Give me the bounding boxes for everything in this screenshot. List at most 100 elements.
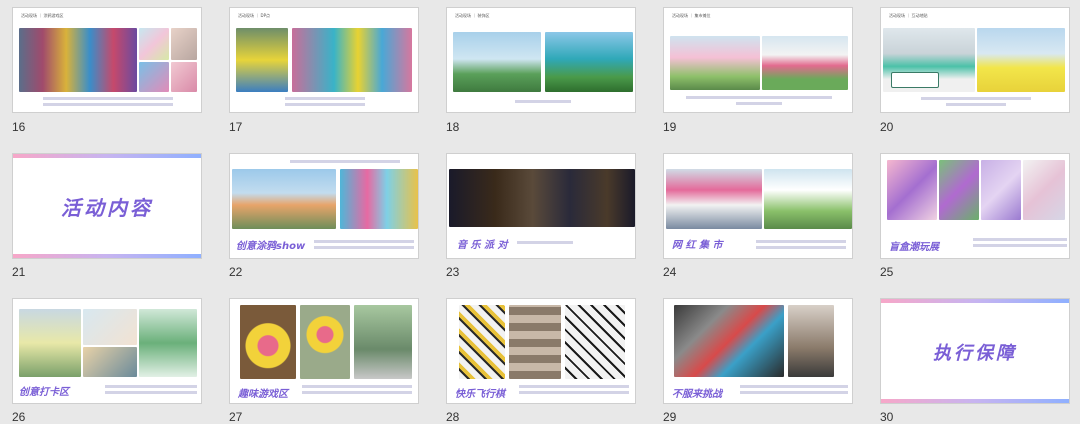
parking-floor-sticker	[891, 72, 939, 88]
section-subtitle: 网 红 集 市	[672, 240, 723, 251]
slide-number: 21	[12, 265, 26, 279]
section-subtitle: 音 乐 派 对	[457, 240, 508, 251]
slide-number: 16	[12, 120, 26, 134]
caption-line	[519, 385, 629, 388]
section-title: 活动内容	[61, 196, 153, 220]
caption-line	[921, 97, 1031, 100]
caption-line	[756, 246, 846, 249]
caption-line	[285, 103, 365, 106]
slide-number: 17	[229, 120, 243, 134]
graffiti-detail-photo	[171, 28, 197, 60]
caption-line	[105, 391, 197, 394]
slide-number: 27	[229, 410, 243, 424]
checkin-photo	[83, 309, 137, 345]
gradient-bar	[13, 154, 201, 158]
graffiti-detail-photo	[139, 62, 169, 92]
caption-line	[302, 391, 412, 394]
slide-header: 活动现场 ｜ 涂鸦游戏区	[21, 13, 64, 18]
slide-thumbnail-28[interactable]: 快乐飞行棋	[446, 298, 636, 404]
caption-line	[736, 102, 782, 105]
caption-line	[314, 246, 414, 249]
slide-number: 29	[663, 410, 677, 424]
caption-line	[740, 385, 848, 388]
slide-thumbnail-23[interactable]: 音 乐 派 对	[446, 153, 636, 259]
caption-line	[43, 97, 173, 100]
caption-line	[756, 240, 846, 243]
slide-thumbnail-22[interactable]: 创意涂鸦show	[229, 153, 419, 259]
blindbox-photo	[981, 160, 1021, 220]
caption-line	[740, 391, 848, 394]
music-party-photo	[449, 169, 635, 227]
slide-number: 25	[880, 265, 894, 279]
slide-header: 活动现场 ｜ DP点	[238, 13, 271, 18]
caption-line	[686, 96, 832, 99]
slide-thumbnail-27[interactable]: 趣味游戏区	[229, 298, 419, 404]
graffiti-detail-photo	[171, 62, 197, 92]
section-title: 执行保障	[933, 343, 1017, 364]
caption-line	[285, 97, 365, 100]
floor-sticker-photo	[883, 28, 975, 92]
section-subtitle: 盲盒潮玩展	[889, 242, 939, 253]
section-subtitle: 趣味游戏区	[238, 389, 288, 400]
slide-thumbnail-17[interactable]: 活动现场 ｜ DP点	[229, 7, 419, 113]
decoration-area-photo	[453, 32, 541, 92]
gradient-bar	[881, 299, 1069, 303]
slide-thumbnail-25[interactable]: 盲盒潮玩展	[880, 153, 1070, 259]
slide-thumbnail-26[interactable]: 创意打卡区	[12, 298, 202, 404]
game-area-photo	[354, 305, 412, 379]
checkin-photo	[139, 309, 197, 377]
caption-line	[517, 241, 573, 244]
graffiti-show-photo	[340, 169, 418, 229]
section-subtitle: 创意涂鸦show	[236, 241, 306, 252]
slide-header: 活动现场 ｜ 装饰区	[455, 13, 490, 18]
slide-number: 28	[446, 410, 460, 424]
caption-line	[290, 160, 400, 163]
slide-header: 活动现场 ｜ 集市摊位	[672, 13, 711, 18]
slide-thumbnail-20[interactable]: 活动现场 ｜ 互动地贴	[880, 7, 1070, 113]
caption-line	[314, 240, 414, 243]
caption-line	[105, 385, 197, 388]
dp-point-photo	[292, 28, 412, 92]
caption-line	[519, 391, 629, 394]
game-area-photo	[240, 305, 296, 379]
section-subtitle: 创意打卡区	[19, 387, 69, 398]
blindbox-photo	[887, 160, 937, 220]
floor-sticker-photo	[977, 28, 1065, 92]
slide-number: 18	[446, 120, 460, 134]
slide-thumbnail-29[interactable]: 不服来挑战	[663, 298, 853, 404]
slide-thumbnail-16[interactable]: 活动现场 ｜ 涂鸦游戏区	[12, 7, 202, 113]
slide-number: 26	[12, 410, 26, 424]
caption-line	[302, 385, 412, 388]
slide-thumbnail-19[interactable]: 活动现场 ｜ 集市摊位	[663, 7, 853, 113]
market-photo	[666, 169, 762, 229]
caption-line	[43, 103, 173, 106]
slide-thumbnail-21[interactable]: 活动内容	[12, 153, 202, 259]
slide-thumbnail-30[interactable]: 执行保障	[880, 298, 1070, 404]
challenge-photo	[674, 305, 784, 377]
gradient-bar	[13, 254, 201, 258]
blindbox-photo	[939, 160, 979, 220]
slide-thumbnail-18[interactable]: 活动现场 ｜ 装饰区	[446, 7, 636, 113]
slide-header: 活动现场 ｜ 互动地贴	[889, 13, 928, 18]
slide-number: 20	[880, 120, 894, 134]
caption-line	[946, 103, 1006, 106]
game-area-photo	[300, 305, 350, 379]
blindbox-photo	[1023, 160, 1065, 220]
market-stall-photo	[762, 36, 848, 90]
graffiti-detail-photo	[139, 28, 169, 60]
flight-chess-photo	[565, 305, 625, 379]
checkin-photo	[83, 347, 137, 377]
decoration-area-photo	[545, 32, 633, 92]
slide-number: 24	[663, 265, 677, 279]
slide-thumbnail-24[interactable]: 网 红 集 市	[663, 153, 853, 259]
section-subtitle: 不服来挑战	[672, 389, 722, 400]
graffiti-show-photo	[232, 169, 336, 229]
graffiti-wall-photo	[19, 28, 137, 92]
gradient-bar	[881, 399, 1069, 403]
market-stall-photo	[670, 36, 760, 90]
caption-line	[973, 238, 1067, 241]
slide-number: 30	[880, 410, 894, 424]
caption-line	[515, 100, 571, 103]
caption-line	[973, 244, 1067, 247]
dp-point-photo	[236, 28, 288, 92]
